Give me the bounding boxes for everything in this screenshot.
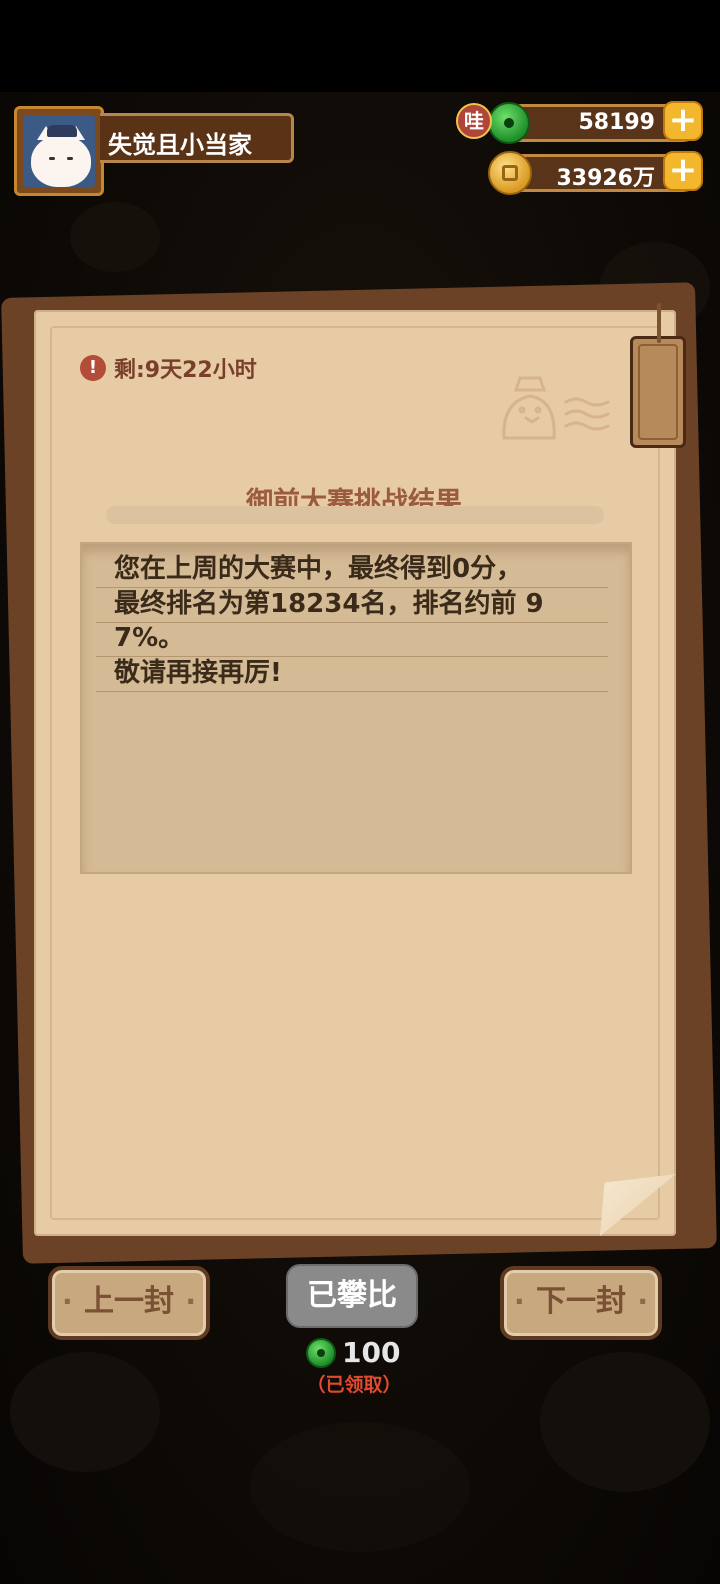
jade-icon xyxy=(488,102,530,144)
jade-badge: 哇 xyxy=(456,103,492,139)
background-decor xyxy=(540,1352,710,1492)
reward: 100 xyxy=(306,1336,400,1369)
warning-icon: ! xyxy=(80,355,106,381)
coin-icon xyxy=(488,151,532,195)
hat-icon xyxy=(47,125,77,137)
letter-body-line: 您在上周的大赛中，最终得到0分， xyxy=(114,554,523,584)
letter-tag xyxy=(630,303,686,448)
coin-currency-bar: 33926万 + xyxy=(502,151,703,192)
cat-avatar-icon xyxy=(31,126,91,187)
reward-status: （已领取） xyxy=(306,1374,402,1396)
background-decor xyxy=(70,202,160,272)
duck-stamp-icon xyxy=(502,376,610,440)
coin-amount: 33926万 xyxy=(556,166,655,191)
background-decor xyxy=(250,1422,470,1552)
time-remaining: ! 剩:9天22小时 xyxy=(80,352,257,384)
letter-body-box: 您在上周的大赛中，最终得到0分， 最终排名为第18234名，排名约前 9 7%。… xyxy=(80,542,632,874)
jade-currency-bar: 58199 + xyxy=(502,101,703,142)
player-name-plate: 失觉且小当家 xyxy=(100,113,294,163)
add-jade-button[interactable]: + xyxy=(663,101,703,141)
player-name: 失觉且小当家 xyxy=(108,131,252,159)
avatar[interactable] xyxy=(14,106,104,196)
letter-body-line: 敬请再接再厉! xyxy=(114,657,282,688)
claimed-button[interactable]: 已攀比 xyxy=(286,1264,418,1328)
background-decor xyxy=(10,1352,160,1472)
avatar-image xyxy=(23,115,95,187)
letter-body: 您在上周的大赛中，最终得到0分， 最终排名为第18234名，排名约前 9 7%。… xyxy=(114,552,614,690)
reward-amount: 100 xyxy=(342,1336,401,1369)
time-remaining-text: 剩:9天22小时 xyxy=(114,358,257,383)
next-letter-button[interactable]: 下一封 xyxy=(500,1266,662,1340)
previous-letter-button[interactable]: 上一封 xyxy=(48,1266,210,1340)
title-underline xyxy=(106,506,604,524)
jade-amount: 58199 xyxy=(578,110,655,135)
letter-body-line: 7%。 xyxy=(114,623,185,653)
letter-body-line: 最终排名为第18234名，排名约前 9 xyxy=(114,588,544,619)
add-coin-button[interactable]: + xyxy=(663,151,703,191)
jade-icon xyxy=(306,1337,336,1368)
